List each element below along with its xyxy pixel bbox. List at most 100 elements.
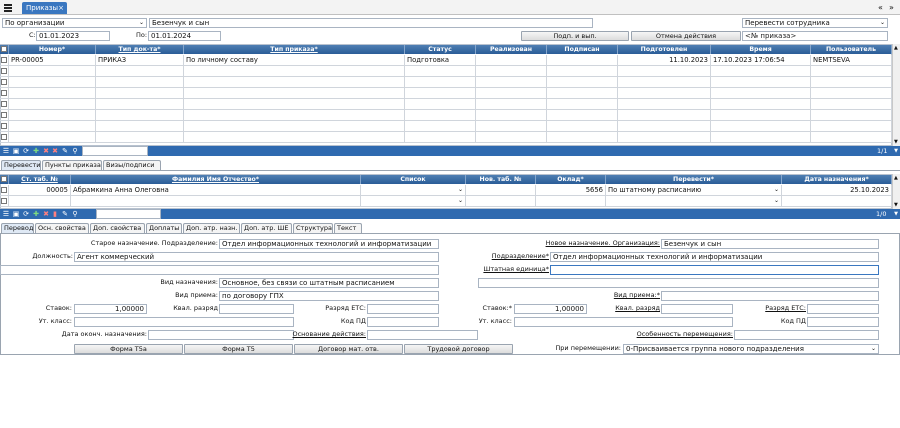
tab-allowances[interactable]: Доплаты: [146, 223, 182, 233]
col-old-tab[interactable]: Ст. таб. №: [9, 175, 71, 184]
qual2-field[interactable]: [661, 304, 733, 314]
sign-execute-button[interactable]: Подп. и вып.: [521, 31, 629, 41]
tab-orders[interactable]: Приказы ×: [22, 2, 67, 14]
feature-field[interactable]: [734, 330, 879, 340]
table-row[interactable]: [0, 99, 892, 110]
cancel-action-button[interactable]: Отмена действия: [631, 31, 741, 41]
save-icon[interactable]: ▣: [12, 210, 20, 218]
add-icon[interactable]: ✚: [32, 147, 40, 155]
row-checkbox[interactable]: [0, 55, 9, 66]
new-unit-label[interactable]: Подразделение*: [470, 252, 549, 261]
feature-label[interactable]: Особенность перемещения:: [600, 330, 733, 339]
ets2-label[interactable]: Разряд ЕТС:: [750, 304, 806, 313]
col-realized[interactable]: Реализован: [476, 45, 547, 54]
form-t5a-button[interactable]: Форма Т5а: [74, 344, 183, 354]
export-icon[interactable]: ▮: [51, 210, 59, 218]
col-transfer[interactable]: Перевести*: [606, 175, 782, 184]
labor-contract-button[interactable]: Трудовой договор: [404, 344, 513, 354]
nav-prev-icon[interactable]: «: [878, 3, 883, 12]
class2-field[interactable]: [514, 317, 733, 327]
hire-kind2-field[interactable]: [661, 291, 879, 301]
row-checkbox[interactable]: [0, 66, 9, 77]
end-date-field[interactable]: [148, 330, 294, 340]
row-checkbox[interactable]: [0, 99, 9, 110]
remove-icon[interactable]: ✖: [51, 147, 59, 155]
new-org-label[interactable]: Новое назначение. Организация:: [520, 239, 660, 248]
staff-unit-label[interactable]: Штатная единица*: [470, 265, 549, 274]
tab-visas[interactable]: Визы/подписи: [103, 160, 161, 170]
org-name-field[interactable]: Безенчук и сын: [149, 18, 593, 28]
col-salary[interactable]: Оклад*: [536, 175, 606, 184]
tab-extra-assign-attrs[interactable]: Доп. атр. назн.: [183, 223, 240, 233]
row-checkbox[interactable]: [0, 110, 9, 121]
chevron-down-icon[interactable]: ▼: [892, 209, 900, 219]
col-new-tab[interactable]: Нов. таб. №: [466, 175, 536, 184]
row-checkbox[interactable]: [0, 196, 9, 207]
hire-kind2-label[interactable]: Вид приема:*: [590, 291, 660, 300]
col-number[interactable]: Номер*: [9, 45, 96, 54]
table-row[interactable]: [0, 110, 892, 121]
date-from-field[interactable]: 01.01.2023: [36, 31, 110, 41]
col-list[interactable]: Список: [361, 175, 466, 184]
save-icon[interactable]: ▣: [12, 147, 20, 155]
delete-icon[interactable]: ✖: [42, 147, 50, 155]
table-row[interactable]: [0, 66, 892, 77]
staff-unit-field[interactable]: [550, 265, 879, 275]
hamburger-icon[interactable]: [4, 3, 13, 12]
tab-extra-staff-attrs[interactable]: Доп. атр. ШЕ: [241, 223, 292, 233]
select-all-checkbox[interactable]: [0, 175, 9, 184]
pd2-field[interactable]: [807, 317, 879, 327]
col-order-type[interactable]: Тип приказа*: [184, 45, 405, 54]
col-status[interactable]: Статус: [405, 45, 476, 54]
date-to-field[interactable]: 01.01.2024: [148, 31, 221, 41]
cell-list-select[interactable]: ⌄: [361, 185, 466, 196]
edit-icon[interactable]: ✎: [61, 210, 69, 218]
order-number-field[interactable]: <№ приказа>: [742, 31, 888, 41]
col-prepared[interactable]: Подготовлен: [618, 45, 711, 54]
close-icon[interactable]: ×: [58, 2, 64, 14]
org-filter-select[interactable]: По организации ⌄: [2, 18, 147, 28]
col-user[interactable]: Пользователь: [811, 45, 892, 54]
form-t5-button[interactable]: Форма Т5: [184, 344, 293, 354]
employees-scrollbar[interactable]: ▲ ▼: [892, 174, 900, 209]
tab-text[interactable]: Текст: [334, 223, 362, 233]
basis-label[interactable]: Основание действия:: [290, 330, 366, 339]
table-row[interactable]: [0, 132, 892, 143]
col-signed[interactable]: Подписан: [547, 45, 618, 54]
qual2-label[interactable]: Квал. разряд: [600, 304, 660, 313]
basis-field[interactable]: [367, 330, 478, 340]
cell-transfer-select[interactable]: ⌄: [606, 196, 782, 207]
orders-quick-search[interactable]: [82, 146, 148, 156]
new-unit-field[interactable]: Отдел информационных технологий и информ…: [550, 252, 879, 262]
chevron-down-icon[interactable]: ▼: [892, 146, 900, 156]
tab-extra-props[interactable]: Доп. свойства: [90, 223, 145, 233]
tab-transfer-details[interactable]: Перевод: [1, 223, 34, 233]
tab-transfer[interactable]: Перевести: [1, 160, 41, 170]
orders-scrollbar[interactable]: ▲ ▼: [892, 44, 900, 146]
refresh-icon[interactable]: ⟳: [22, 210, 30, 218]
search-icon[interactable]: ⚲: [71, 210, 79, 218]
menu-icon[interactable]: ☰: [2, 210, 10, 218]
table-row[interactable]: [0, 77, 892, 88]
row-checkbox[interactable]: [0, 88, 9, 99]
cell-list-select[interactable]: ⌄: [361, 196, 466, 207]
employees-quick-search[interactable]: [96, 209, 161, 219]
table-row[interactable]: 00005 Абрамкина Анна Олеговна ⌄ 5656 По …: [0, 185, 892, 196]
new-extra-field[interactable]: [478, 278, 879, 288]
rates2-field[interactable]: 1,00000: [514, 304, 587, 314]
table-row[interactable]: [0, 121, 892, 132]
move-select[interactable]: 0-Присваивается группа нового подразделе…: [623, 344, 879, 354]
cell-transfer-select[interactable]: По штатному расписанию ⌄: [606, 185, 782, 196]
edit-icon[interactable]: ✎: [61, 147, 69, 155]
table-row[interactable]: ⌄ ⌄: [0, 196, 892, 207]
row-checkbox[interactable]: [0, 121, 9, 132]
select-all-checkbox[interactable]: [0, 45, 9, 54]
row-checkbox[interactable]: [0, 185, 9, 196]
col-doc-type[interactable]: Тип док-та*: [96, 45, 184, 54]
table-row[interactable]: PR-00005 ПРИКАЗ По личному составу Подго…: [0, 55, 892, 66]
ets2-field[interactable]: [807, 304, 879, 314]
row-checkbox[interactable]: [0, 132, 9, 143]
delete-icon[interactable]: ✖: [42, 210, 50, 218]
tab-structure[interactable]: Структура: [293, 223, 333, 233]
material-liability-button[interactable]: Договор мат. отв.: [294, 344, 403, 354]
